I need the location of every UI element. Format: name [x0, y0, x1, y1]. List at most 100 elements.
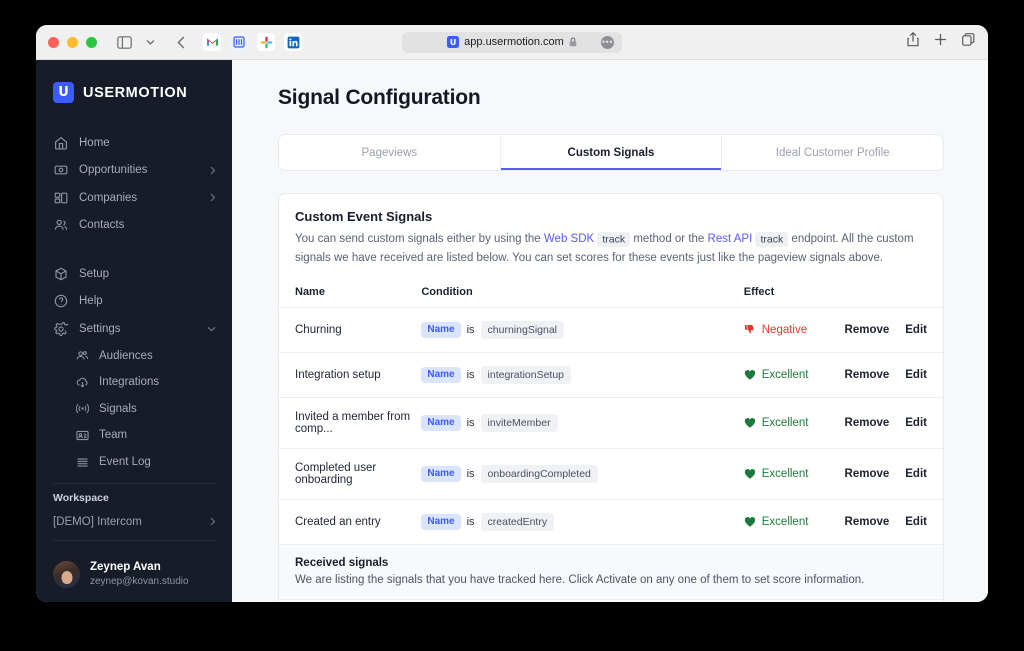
help-icon: [53, 294, 68, 309]
sidebar-item-label: Signals: [99, 402, 137, 415]
sidebar-item-settings[interactable]: Settings: [36, 315, 232, 343]
back-arrow-icon[interactable]: [172, 34, 189, 51]
user-info: Zeynep Avan zeynep@kovan.studio: [90, 560, 189, 588]
condition-operator: is: [466, 323, 475, 336]
sidebar-item-label: Team: [99, 429, 128, 442]
edit-button[interactable]: Edit: [905, 516, 927, 528]
chevron-down-icon[interactable]: [142, 34, 159, 51]
signal-effect: Excellent: [744, 448, 845, 499]
chevron-right-icon: [210, 166, 216, 175]
integrations-icon: [75, 375, 89, 389]
sidebar-item-home[interactable]: Home: [36, 129, 232, 157]
condition-operator: is: [466, 467, 475, 480]
table-row: Invited a member from comp... Name is invi…: [279, 397, 943, 448]
tab-custom-signals[interactable]: Custom Signals: [500, 135, 723, 170]
maximize-window-button[interactable]: [86, 36, 97, 48]
sidebar-toggle-icon[interactable]: [116, 34, 133, 51]
page-menu-icon[interactable]: •••: [601, 35, 614, 49]
received-signals-description: We are listing the signals that you have…: [295, 573, 865, 586]
condition-value-chip: onboardingCompleted: [480, 464, 598, 483]
page-title: Signal Configuration: [278, 86, 481, 109]
remove-button[interactable]: Remove: [845, 324, 890, 336]
tab-ideal-customer-profile[interactable]: Ideal Customer Profile: [722, 135, 943, 170]
row-actions: Remove Edit: [845, 516, 943, 528]
condition-field-chip: Name: [421, 414, 461, 431]
toolbar-right-group: [907, 31, 975, 52]
condition-value-chip: churningSignal: [480, 320, 565, 339]
heart-icon: [744, 369, 756, 381]
sidebar-item-label: Opportunities: [79, 164, 148, 177]
remove-button[interactable]: Remove: [845, 468, 890, 480]
heart-icon: [744, 417, 756, 429]
close-window-button[interactable]: [48, 36, 59, 48]
empty-state-message: We have not received any new signals fro…: [279, 598, 943, 602]
table-row: Completed user onboarding Name is onboardi…: [279, 448, 943, 499]
sidebar-item-help[interactable]: Help: [36, 287, 232, 315]
condition-value-chip: integrationSetup: [480, 365, 572, 384]
web-sdk-link[interactable]: Web SDK: [544, 233, 594, 245]
tab-pageviews[interactable]: Pageviews: [279, 135, 501, 170]
sidebar-item-team[interactable]: Team: [36, 422, 232, 449]
usermotion-logo-mark: U: [53, 82, 74, 103]
sidebar-divider: [53, 483, 215, 485]
audiences-icon: [75, 349, 89, 363]
share-icon[interactable]: [907, 31, 919, 52]
sidebar-item-signals[interactable]: Signals: [36, 396, 232, 423]
sidebar: U USERMOTION Home Opportunities Companie…: [36, 60, 232, 602]
gmail-favicon[interactable]: [203, 33, 221, 51]
desc-part-2: method or the: [630, 233, 708, 245]
signal-name: Churning: [295, 323, 342, 336]
tab-overview-icon[interactable]: [962, 33, 975, 51]
sidebar-item-label: Help: [79, 295, 103, 308]
remove-button[interactable]: Remove: [845, 369, 890, 381]
workspace-selector[interactable]: [DEMO] Intercom: [36, 511, 232, 532]
remove-button[interactable]: Remove: [845, 516, 890, 528]
row-actions: Remove Edit: [845, 324, 943, 336]
effect-label: Excellent: [761, 467, 809, 480]
minimize-window-button[interactable]: [67, 36, 78, 48]
slack-favicon[interactable]: [257, 33, 275, 51]
track-code-2: track: [755, 231, 789, 247]
sidebar-item-integrations[interactable]: Integrations: [36, 369, 232, 396]
toolbar-left-group: [116, 33, 302, 51]
edit-button[interactable]: Edit: [905, 468, 927, 480]
signal-actions: Remove Edit: [845, 448, 943, 499]
sidebar-item-setup[interactable]: Setup: [36, 260, 232, 288]
edit-button[interactable]: Edit: [905, 417, 927, 429]
sidebar-item-event-log[interactable]: Event Log: [36, 449, 232, 476]
edit-button[interactable]: Edit: [905, 324, 927, 336]
effect-label: Excellent: [761, 416, 809, 429]
sidebar-item-audiences[interactable]: Audiences: [36, 342, 232, 369]
workspace-name: [DEMO] Intercom: [53, 515, 142, 528]
sidebar-item-opportunities[interactable]: Opportunities: [36, 157, 232, 185]
condition-field-chip: Name: [421, 321, 461, 338]
signals-icon: [75, 402, 89, 416]
notion-favicon[interactable]: [230, 33, 248, 51]
team-icon: [75, 428, 89, 442]
linkedin-favicon[interactable]: [284, 33, 302, 51]
thumbs-down-icon: [744, 324, 756, 336]
table-row: Integration setup Name is integrationSetup…: [279, 352, 943, 397]
sidebar-item-companies[interactable]: Companies: [36, 184, 232, 212]
condition-field-chip: Name: [421, 366, 461, 383]
signal-effect: Excellent: [744, 397, 845, 448]
table-header: Name Condition Effect: [279, 280, 943, 308]
settings-icon: [53, 321, 68, 336]
signal-actions: Remove Edit: [845, 352, 943, 397]
condition-operator: is: [466, 416, 475, 429]
app-container: U USERMOTION Home Opportunities Companie…: [36, 60, 988, 602]
rest-api-link[interactable]: Rest API: [708, 233, 753, 245]
plus-icon[interactable]: [934, 33, 947, 51]
sidebar-item-label: Event Log: [99, 456, 151, 469]
user-profile[interactable]: Zeynep Avan zeynep@kovan.studio: [36, 549, 232, 602]
sidebar-item-contacts[interactable]: Contacts: [36, 212, 232, 240]
brand-logo[interactable]: U USERMOTION: [36, 82, 232, 103]
address-bar[interactable]: U app.usermotion.com •••: [402, 31, 622, 53]
signal-actions: Remove Edit: [845, 499, 943, 544]
condition-value-chip: inviteMember: [480, 413, 558, 432]
window-controls: [48, 36, 97, 48]
column-header-actions: [845, 280, 943, 308]
table-row: Created an entry Name is createdEntry Exce…: [279, 499, 943, 544]
edit-button[interactable]: Edit: [905, 369, 927, 381]
remove-button[interactable]: Remove: [845, 417, 890, 429]
